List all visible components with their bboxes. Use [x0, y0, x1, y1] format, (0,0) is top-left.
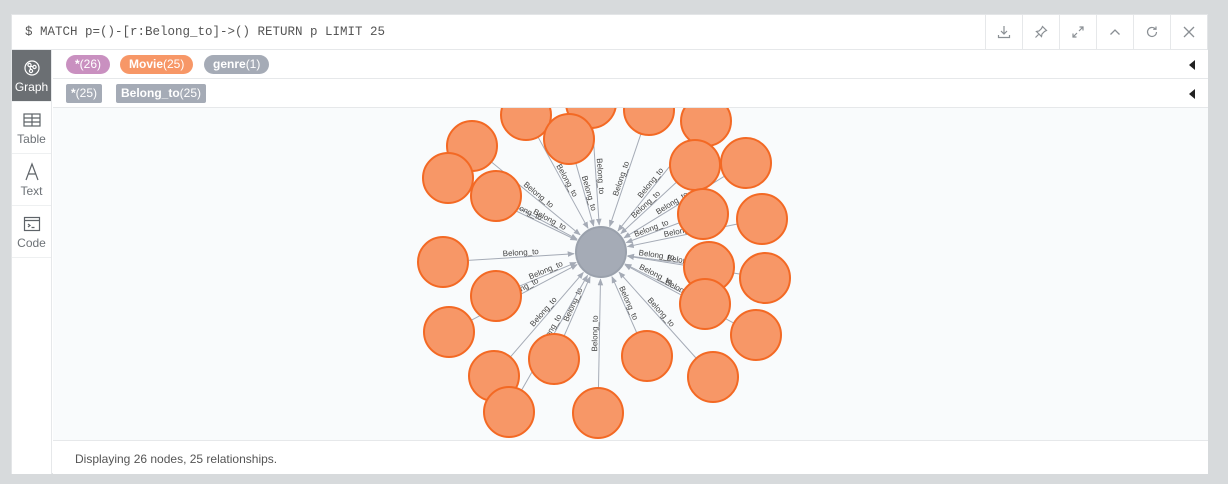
expand-icon[interactable]: [1059, 15, 1096, 49]
sidebar-item-table[interactable]: Table: [12, 102, 51, 154]
relationship-label: Belong_to: [617, 285, 640, 322]
graph-canvas[interactable]: Belong_to Belong_to Belong_to Belong_to Belo…: [53, 108, 1208, 440]
close-icon[interactable]: [1170, 15, 1207, 49]
query-text[interactable]: $ MATCH p=()-[r:Belong_to]->() RETURN p …: [25, 25, 385, 39]
frame-actions: [985, 15, 1207, 49]
movie-node[interactable]: [677, 188, 729, 240]
label-chip-genre[interactable]: genre(1): [204, 55, 270, 74]
movie-node[interactable]: [621, 330, 673, 382]
download-icon[interactable]: [985, 15, 1022, 49]
movie-node[interactable]: [679, 278, 731, 330]
sidebar-item-label: Table: [17, 131, 46, 146]
status-text: Displaying 26 nodes, 25 relationships.: [75, 452, 278, 466]
relationship-label: Belong_to: [646, 296, 677, 329]
rel-chip-all[interactable]: *(25): [66, 84, 103, 103]
collapse-rels-icon[interactable]: [1189, 89, 1195, 99]
movie-node[interactable]: [739, 252, 791, 304]
movie-node[interactable]: [572, 387, 624, 439]
query-bar: $ MATCH p=()-[r:Belong_to]->() RETURN p …: [12, 15, 1207, 50]
movie-node[interactable]: [423, 306, 475, 358]
movie-node[interactable]: [470, 270, 522, 322]
view-sidebar: Graph Table Text Code: [12, 50, 52, 474]
relationship-label: Belong_to: [611, 160, 631, 198]
code-icon: [23, 216, 40, 231]
pin-icon[interactable]: [1022, 15, 1059, 49]
movie-node[interactable]: [528, 333, 580, 385]
sidebar-item-graph[interactable]: Graph: [12, 50, 51, 102]
rel-chip-belong-to[interactable]: Belong_to(25): [116, 84, 207, 103]
movie-node[interactable]: [720, 137, 772, 189]
relationship-label: Belong_to: [580, 175, 599, 213]
movie-node[interactable]: [736, 193, 788, 245]
relationship-label: Belong_to: [554, 162, 579, 198]
sidebar-item-code[interactable]: Code: [12, 206, 51, 258]
sidebar-item-label: Graph: [14, 79, 49, 94]
relationship-label: Belong_to: [590, 315, 600, 352]
sidebar-item-label: Code: [17, 235, 46, 250]
movie-node[interactable]: [483, 386, 535, 438]
movie-node[interactable]: [470, 170, 522, 222]
movie-node[interactable]: [669, 139, 721, 191]
movie-node[interactable]: [623, 108, 675, 136]
relationship-types-bar: *(25) Belong_to(25): [53, 79, 1208, 108]
movie-node[interactable]: [422, 152, 474, 204]
movie-node[interactable]: [417, 236, 469, 288]
movie-node[interactable]: [543, 113, 595, 165]
movie-node[interactable]: [687, 351, 739, 403]
node-labels-bar: *(26) Movie(25) genre(1): [53, 50, 1208, 79]
text-icon: [24, 161, 39, 180]
collapse-labels-icon[interactable]: [1189, 60, 1195, 70]
refresh-icon[interactable]: [1133, 15, 1170, 49]
genre-node[interactable]: [575, 226, 627, 278]
sidebar-item-text[interactable]: Text: [12, 154, 51, 206]
collapse-up-icon[interactable]: [1096, 15, 1133, 49]
graph-icon: [23, 59, 40, 76]
result-frame: $ MATCH p=()-[r:Belong_to]->() RETURN p …: [11, 14, 1208, 474]
sidebar-item-label: Text: [20, 183, 43, 198]
graph-svg[interactable]: Belong_to Belong_to Belong_to Belong_to Belo…: [53, 108, 1208, 440]
status-bar: Displaying 26 nodes, 25 relationships.: [53, 440, 1208, 474]
label-chip-movie[interactable]: Movie(25): [120, 55, 194, 74]
relationship-label: Belong_to: [562, 286, 585, 323]
label-chip-all[interactable]: *(26): [66, 55, 111, 74]
table-icon: [22, 112, 41, 127]
movie-node[interactable]: [730, 309, 782, 361]
